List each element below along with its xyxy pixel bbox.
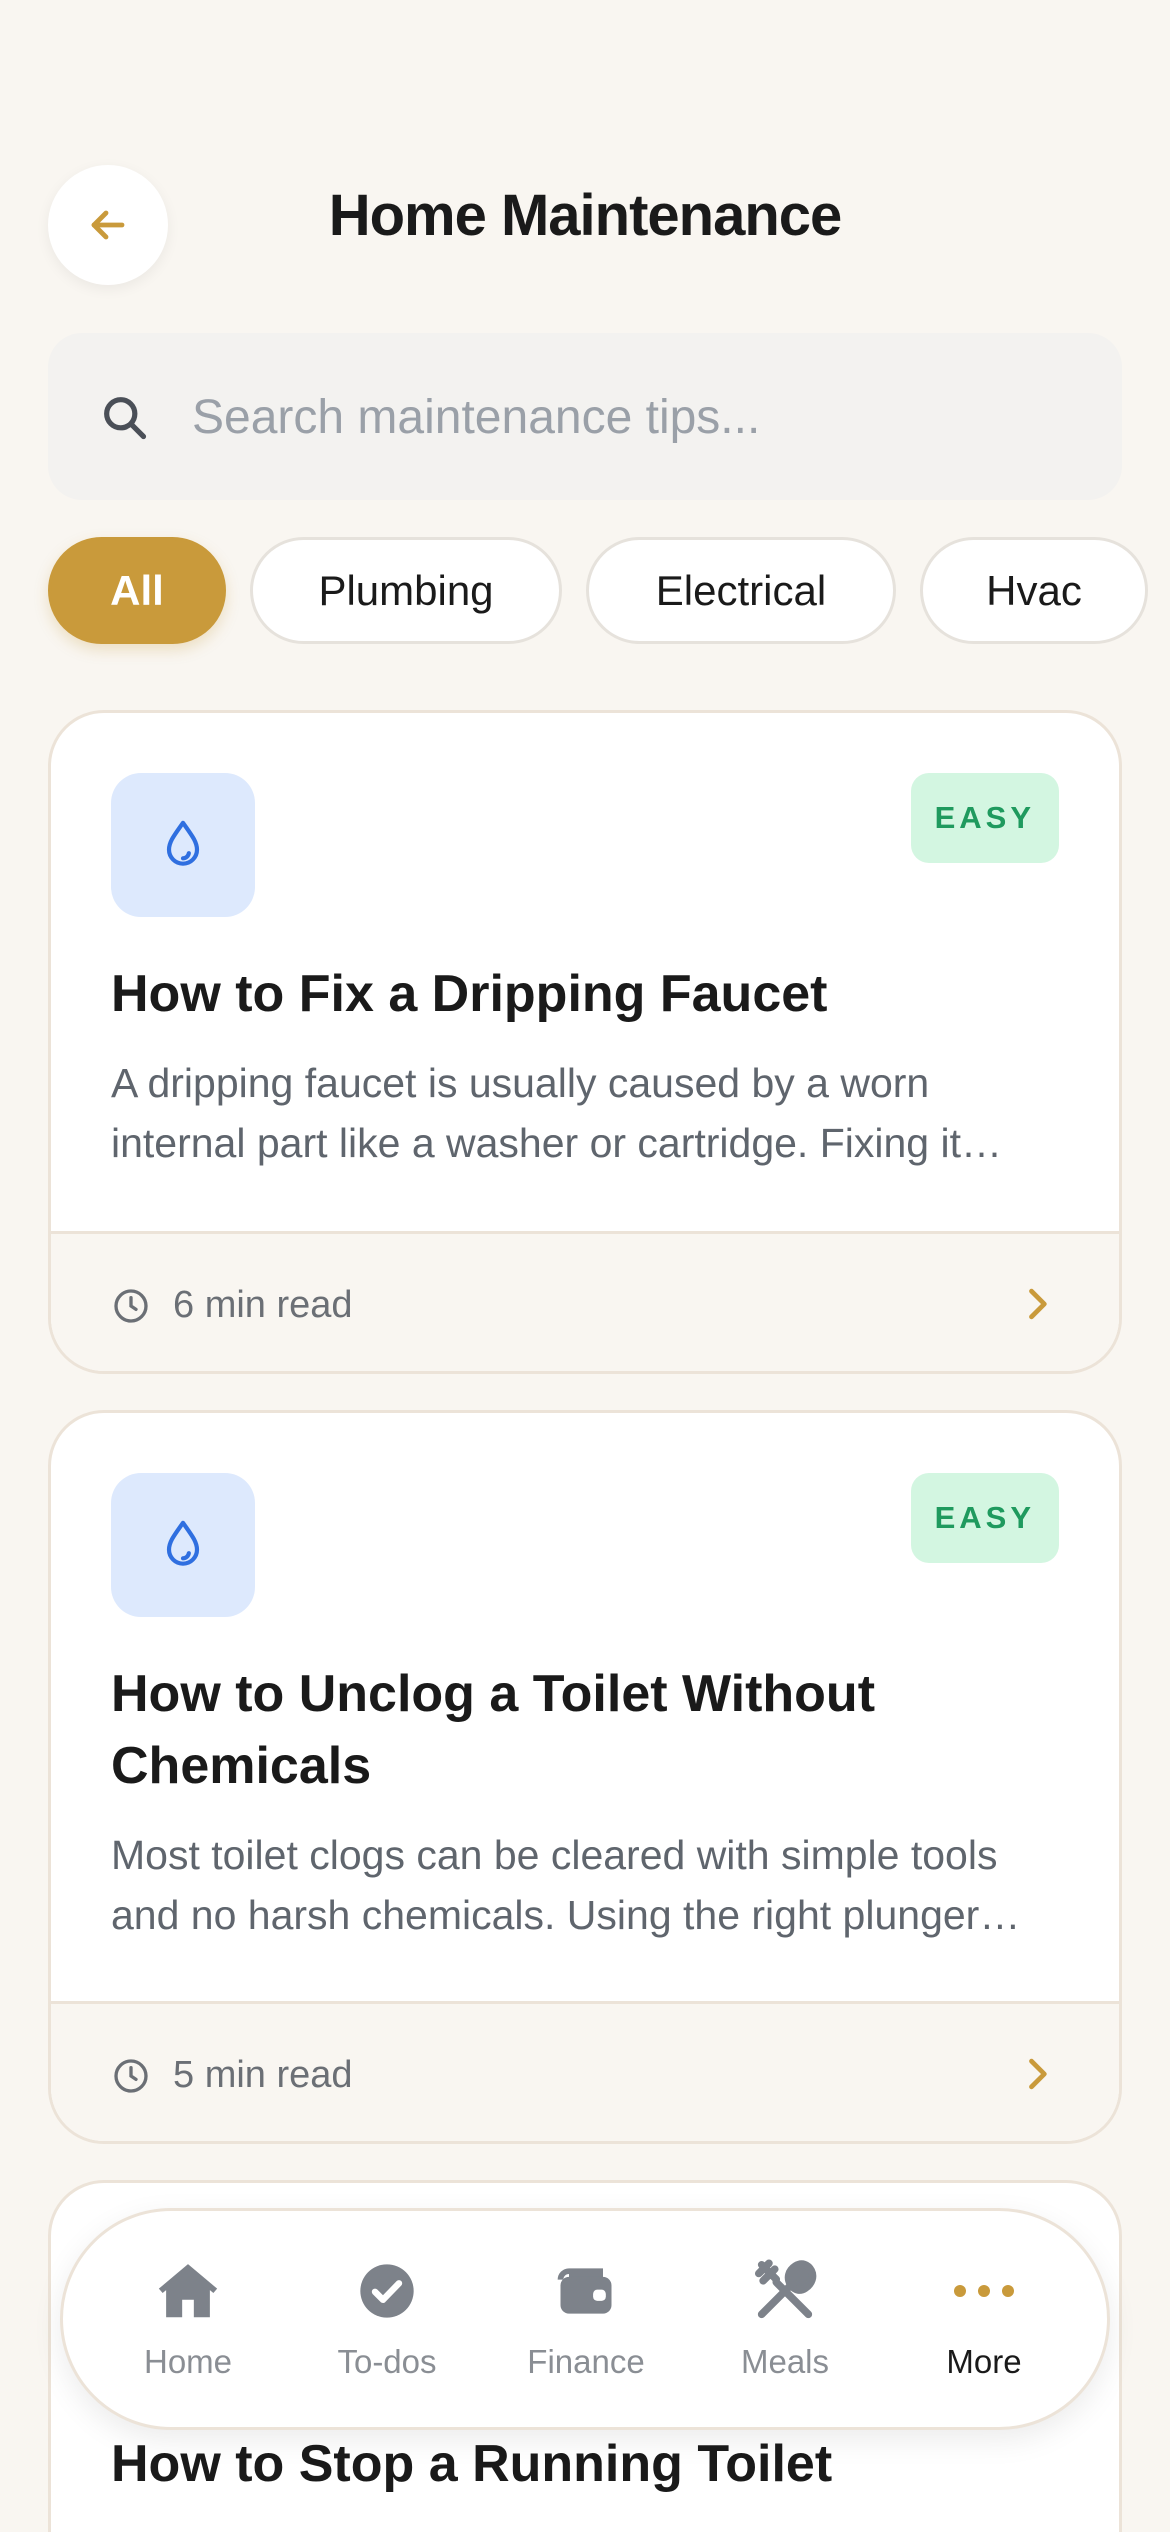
article-card[interactable]: EASY How to Unclog a Toilet Without Chem… (48, 1410, 1122, 2144)
article-title: How to Fix a Dripping Faucet (111, 965, 828, 1023)
wallet-icon (557, 2268, 612, 2314)
article-excerpt: Most toilet clogs can be cleared with si… (111, 1832, 998, 1938)
difficulty-badge: EASY (910, 773, 1059, 863)
difficulty-badge: EASY (910, 1473, 1059, 1563)
nav-finance[interactable]: Finance (496, 2255, 676, 2395)
page-title: Home Maintenance (328, 183, 843, 248)
nav-label: To-dos (337, 2343, 437, 2380)
search-input[interactable] (192, 383, 1072, 451)
maintenance-screen: Home Maintenance All Plumbing Electrical… (0, 0, 1170, 2532)
water-drop-icon (166, 1520, 200, 1566)
check-circle-icon (360, 2264, 414, 2318)
water-drop-icon (166, 820, 200, 866)
filter-chip-plumbing[interactable]: Plumbing (250, 537, 562, 644)
article-excerpt: A dripping faucet is usually caused by a… (111, 1060, 961, 1166)
article-card[interactable]: EASY How to Fix a Dripping Faucet A drip… (48, 710, 1122, 1374)
clock-icon (114, 2059, 148, 2093)
clock-icon (114, 1289, 148, 1323)
filter-chip-electrical[interactable]: Electrical (586, 537, 896, 644)
article-title: How to Unclog a Toilet Without Chemicals (111, 1665, 876, 1795)
filter-chip-hvac[interactable]: Hvac (920, 537, 1148, 644)
search-icon (104, 397, 147, 440)
house-icon (158, 2264, 218, 2318)
bottom-nav: Home To-dos Finance Meals More (60, 2208, 1110, 2430)
nav-meals[interactable]: Meals (695, 2255, 875, 2395)
category-icon-box (111, 773, 255, 917)
nav-label: Meals (740, 2343, 830, 2380)
article-footer: 5 min read (51, 2001, 1119, 2141)
read-time: 6 min read (173, 1284, 353, 1326)
search-bar[interactable] (48, 333, 1122, 500)
nav-home[interactable]: Home (98, 2255, 278, 2395)
chevron-right-icon[interactable] (1015, 1282, 1059, 1326)
article-footer: 6 min read (51, 1231, 1119, 1371)
category-icon-box (111, 1473, 255, 1617)
article-title: How to Stop a Running Toilet (111, 2435, 833, 2493)
nav-more[interactable]: More (894, 2255, 1074, 2395)
filter-chip-all[interactable]: All (48, 537, 226, 644)
nav-todos[interactable]: To-dos (297, 2255, 477, 2395)
nav-label: Finance (527, 2343, 645, 2380)
more-dots-icon (954, 2285, 1014, 2297)
read-time: 5 min read (173, 2054, 353, 2096)
chevron-right-icon[interactable] (1015, 2052, 1059, 2096)
nav-label: Home (143, 2343, 233, 2380)
utensils-icon (754, 2259, 817, 2319)
nav-label: More (946, 2343, 1022, 2380)
